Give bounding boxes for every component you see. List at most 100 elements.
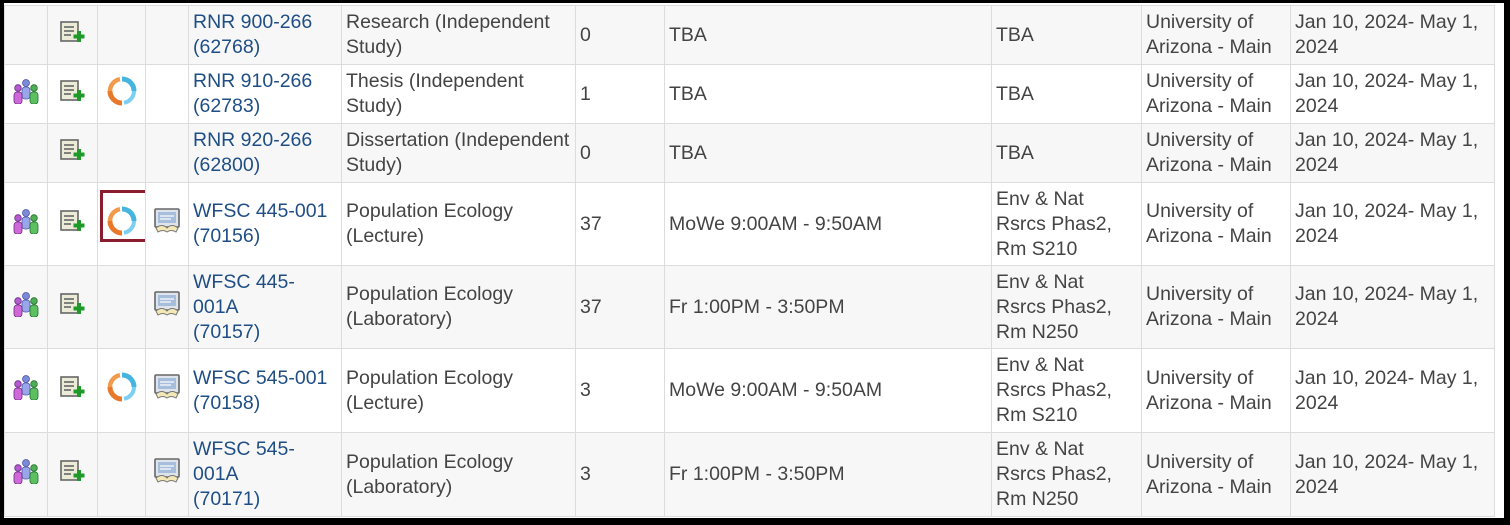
days-times-cell: TBA [664, 64, 992, 124]
enrolled-count: 0 [580, 23, 591, 46]
add-document-icon [59, 292, 86, 322]
campus: University of Arizona - Main [1146, 129, 1272, 176]
dates: Jan 10, 2024- May 1, 2024 [1295, 200, 1479, 247]
class-line-1: RNR 900-266 [193, 11, 313, 33]
swap-class-button[interactable] [99, 189, 145, 243]
days-times: Fr 1:00PM - 3:50PM [669, 463, 845, 485]
class-number-cell: WFSC 445- 001A (70157) [188, 265, 342, 349]
room-cell: Env & Nat Rsrcs Phas2, Rm N250 [991, 265, 1142, 349]
swap-cell [97, 64, 146, 124]
class-line-2: 001A [193, 295, 239, 318]
enrolled-count: 37 [580, 212, 602, 235]
group-people-icon [11, 458, 41, 491]
online-cell [145, 182, 189, 266]
class-title: Population Ecology (Lecture) [346, 200, 513, 247]
online-info-button[interactable] [152, 374, 182, 407]
class-roster-button[interactable] [11, 208, 41, 241]
dates-cell: Jan 10, 2024- May 1, 2024 [1290, 182, 1495, 266]
roster-cell [4, 123, 48, 183]
room-cell: Env & Nat Rsrcs Phas2, Rm N250 [991, 432, 1142, 517]
dates-cell: Jan 10, 2024- May 1, 2024 [1290, 5, 1495, 65]
roster-cell [4, 265, 48, 349]
days-times: MoWe 9:00AM - 9:50AM [669, 212, 883, 235]
dates: Jan 10, 2024- May 1, 2024 [1295, 283, 1479, 330]
class-link[interactable]: RNR 920-266 (62800) [193, 129, 312, 176]
swap-class-button[interactable] [107, 372, 137, 409]
enrolled-count: 0 [580, 141, 591, 164]
class-link[interactable]: WFSC 545- 001A (70171) [193, 438, 295, 510]
add-document-icon [59, 20, 86, 50]
class-line-2: (62800) [193, 154, 261, 176]
class-link[interactable]: WFSC 445- 001A (70157) [193, 271, 295, 343]
add-class-button[interactable] [59, 292, 86, 322]
days-times: TBA [669, 23, 707, 46]
days-times: TBA [669, 141, 707, 164]
roster-cell [4, 182, 48, 266]
add-cell [47, 348, 98, 433]
add-class-button[interactable] [59, 79, 86, 109]
class-schedule-table: RNR 900-266 (62768) Research (Independen… [4, 5, 1495, 517]
class-number-cell: WFSC 445-001 (70156) [188, 182, 342, 266]
class-line-1: WFSC 445-001 [193, 200, 328, 222]
campus: University of Arizona - Main [1146, 366, 1272, 414]
class-number-cell: RNR 910-266 (62783) [188, 64, 342, 124]
class-number-cell: WFSC 545-001 (70158) [188, 348, 342, 433]
class-line-1: RNR 910-266 [193, 70, 313, 92]
campus: University of Arizona - Main [1146, 11, 1272, 58]
refresh-cycle-icon [107, 76, 137, 113]
add-class-button[interactable] [59, 460, 86, 489]
class-title: Dissertation (Independent Study) [346, 129, 570, 176]
online-info-button[interactable] [152, 207, 182, 241]
add-class-button[interactable] [59, 209, 86, 239]
swap-class-button[interactable] [107, 76, 137, 113]
class-link[interactable]: WFSC 545-001 (70158) [193, 367, 327, 414]
class-roster-button[interactable] [11, 291, 41, 324]
class-roster-button[interactable] [11, 458, 41, 491]
class-link[interactable]: WFSC 445-001 (70156) [193, 200, 327, 247]
group-people-icon [11, 208, 41, 241]
add-class-button[interactable] [59, 376, 86, 405]
campus: University of Arizona - Main [1146, 283, 1272, 330]
days-times-cell: MoWe 9:00AM - 9:50AM [664, 348, 992, 433]
campus-cell: University of Arizona - Main [1141, 432, 1291, 517]
class-title-cell: Population Ecology (Lecture) [341, 348, 576, 433]
campus: University of Arizona - Main [1146, 450, 1272, 498]
group-people-icon [11, 291, 41, 324]
room: Env & Nat Rsrcs Phas2, Rm S210 [996, 187, 1112, 260]
class-link[interactable]: RNR 900-266 (62768) [193, 11, 312, 58]
group-people-icon [11, 78, 41, 111]
class-line-1: WFSC 545- [193, 438, 295, 460]
class-roster-button[interactable] [11, 78, 41, 111]
enrolled-cell: 37 [575, 265, 665, 349]
roster-cell [4, 5, 48, 65]
room: TBA [996, 141, 1034, 164]
online-info-button[interactable] [152, 290, 182, 324]
roster-cell [4, 348, 48, 433]
class-line-3: (70157) [193, 320, 261, 343]
class-line-2: (70158) [193, 391, 261, 414]
add-cell [47, 265, 98, 349]
class-roster-button[interactable] [11, 374, 41, 407]
add-class-button[interactable] [59, 138, 86, 168]
class-line-2: (62768) [193, 36, 261, 58]
swap-cell [97, 123, 146, 183]
campus-cell: University of Arizona - Main [1141, 5, 1291, 65]
online-cell [145, 265, 189, 349]
table-row: WFSC 445-001 (70156) Population Ecology … [4, 182, 1495, 266]
room: Env & Nat Rsrcs Phas2, Rm N250 [996, 438, 1112, 510]
online-info-button[interactable] [152, 458, 182, 491]
refresh-cycle-icon [107, 206, 137, 243]
class-line-2: (62783) [193, 95, 261, 117]
class-link[interactable]: RNR 910-266 (62783) [193, 70, 312, 117]
room-cell: TBA [991, 123, 1142, 183]
add-document-icon [59, 376, 86, 405]
campus: University of Arizona - Main [1146, 70, 1272, 117]
swap-cell [97, 5, 146, 65]
add-class-button[interactable] [59, 20, 86, 50]
swap-cell [97, 432, 146, 517]
table-row: WFSC 545- 001A (70171) Population Ecolog… [4, 432, 1495, 517]
enrolled-cell: 3 [575, 432, 665, 517]
table-row: RNR 910-266 (62783) Thesis (Independent … [4, 64, 1495, 124]
dates: Jan 10, 2024- May 1, 2024 [1295, 70, 1479, 117]
refresh-cycle-icon [107, 372, 137, 409]
